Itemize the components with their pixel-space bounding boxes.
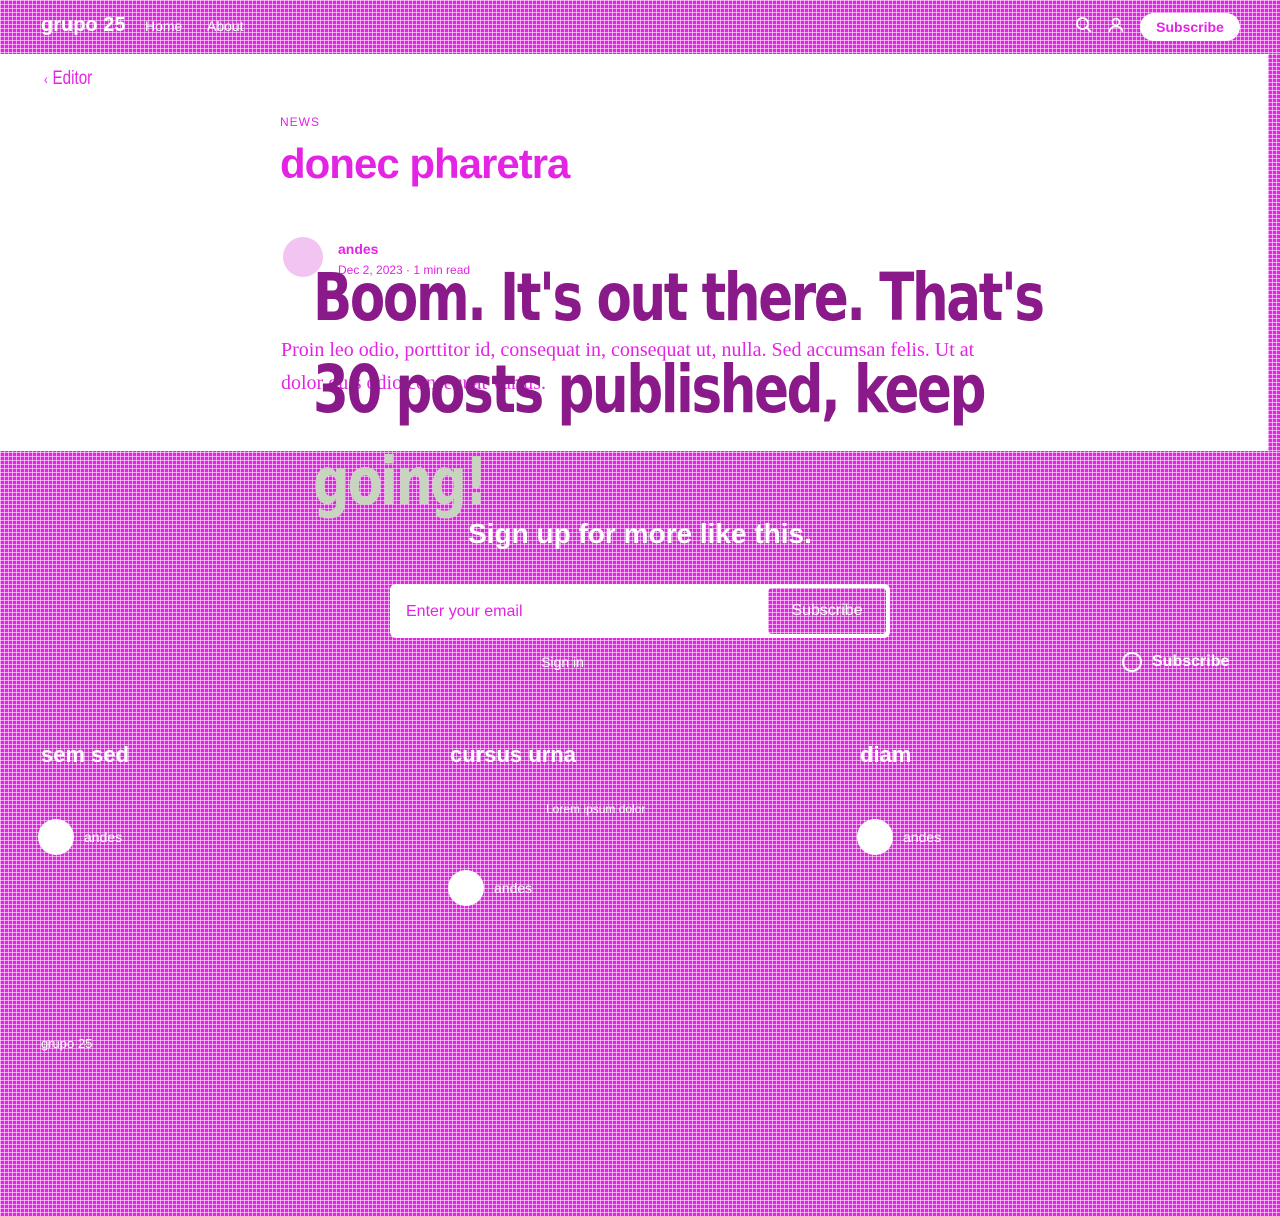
scrollbar[interactable] <box>1268 54 1280 451</box>
related-post-excerpt: Lorem ipsum dolor <box>546 802 646 816</box>
related-post-author[interactable]: andes <box>38 819 122 855</box>
floating-subscribe-button[interactable]: Subscribe <box>1122 648 1229 676</box>
avatar <box>448 870 484 906</box>
back-to-editor-link[interactable]: ‹ Editor <box>44 68 92 90</box>
signup-subscribe-button[interactable]: Subscribe <box>768 588 886 634</box>
search-icon[interactable] <box>1073 16 1095 38</box>
site-header: grupo 25 Home About Subscribe <box>0 0 1280 54</box>
subscribe-icon <box>1122 652 1142 672</box>
email-field[interactable] <box>404 597 758 627</box>
related-post-title[interactable]: diam <box>860 742 911 768</box>
avatar <box>38 819 74 855</box>
celebration-line: Boom. It's out there. That's <box>313 259 1045 336</box>
celebration-line: 30 posts published, keep <box>313 351 986 428</box>
account-icon[interactable] <box>1105 16 1127 38</box>
related-post-title[interactable]: sem sed <box>41 742 129 768</box>
chevron-left-icon: ‹ <box>44 71 48 87</box>
nav-link-about[interactable]: About <box>207 18 244 34</box>
signin-link[interactable]: Sign in <box>0 654 1125 670</box>
post-title: donec pharetra <box>280 140 570 187</box>
related-author-name: andes <box>84 829 123 845</box>
related-post-title[interactable]: cursus urna <box>450 742 576 768</box>
post-category[interactable]: NEWS <box>280 115 320 129</box>
related-author-name: andes <box>903 829 942 845</box>
nav-link-home[interactable]: Home <box>145 18 182 34</box>
avatar <box>857 819 893 855</box>
footer-brand[interactable]: grupo 25 <box>41 1036 92 1051</box>
publish-celebration-message: Boom. It's out there. That's 30 posts pu… <box>313 252 1045 528</box>
related-author-name: andes <box>494 880 533 896</box>
related-post-author[interactable]: andes <box>448 870 532 906</box>
related-post-author[interactable]: andes <box>857 819 941 855</box>
back-label: Editor <box>52 68 93 89</box>
nav-subscribe-button[interactable]: Subscribe <box>1140 13 1240 41</box>
signup-title: Sign up for more like this. <box>468 518 812 549</box>
celebration-line: going! <box>313 443 488 520</box>
signup-form: Subscribe <box>390 584 890 638</box>
floating-subscribe-label: Subscribe <box>1152 653 1230 670</box>
site-brand[interactable]: grupo 25 <box>41 14 125 37</box>
